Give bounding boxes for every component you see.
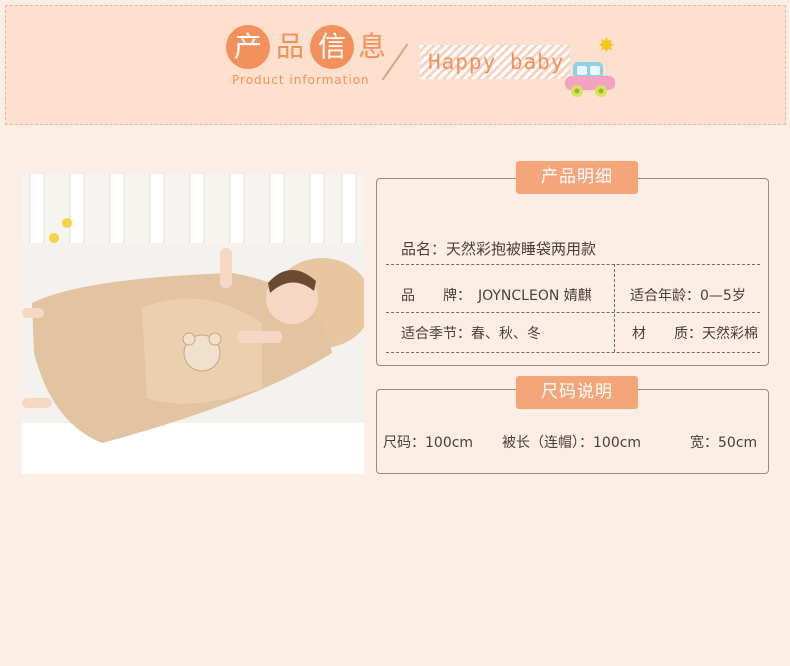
title-char-1: 产 (226, 25, 270, 69)
suitable-season: 适合季节：春、秋、冬 (401, 326, 541, 342)
divider (386, 264, 760, 265)
product-photo (22, 173, 364, 474)
brand-label: 品 牌： (401, 288, 471, 304)
product-name: 品名：天然彩抱被睡袋两用款 (401, 240, 597, 258)
star-icon: ✸ (598, 33, 615, 57)
title-char-3: 信 (310, 25, 354, 69)
title-char-2: 品 (275, 30, 304, 63)
length-value: 被长（连帽）：100cm (502, 435, 642, 451)
product-detail-heading: 产品明细 (516, 161, 638, 194)
divider (386, 352, 760, 353)
size-value: 尺码：100cm (383, 435, 474, 451)
slogan-text: Happy baby (428, 50, 565, 74)
title-english: Product information (232, 73, 370, 87)
width-value: 宽：50cm (690, 435, 758, 451)
title-char-4: 息 (357, 30, 386, 63)
brand-value: JOYNCLEON 婧麒 (478, 288, 592, 304)
suitable-age: 适合年龄：0—5岁 (630, 288, 746, 304)
size-heading: 尺码说明 (516, 376, 638, 409)
column-divider (614, 264, 615, 352)
material: 材 质：天然彩棉 (632, 326, 758, 342)
toy-car-icon (565, 62, 615, 97)
divider (386, 312, 760, 313)
